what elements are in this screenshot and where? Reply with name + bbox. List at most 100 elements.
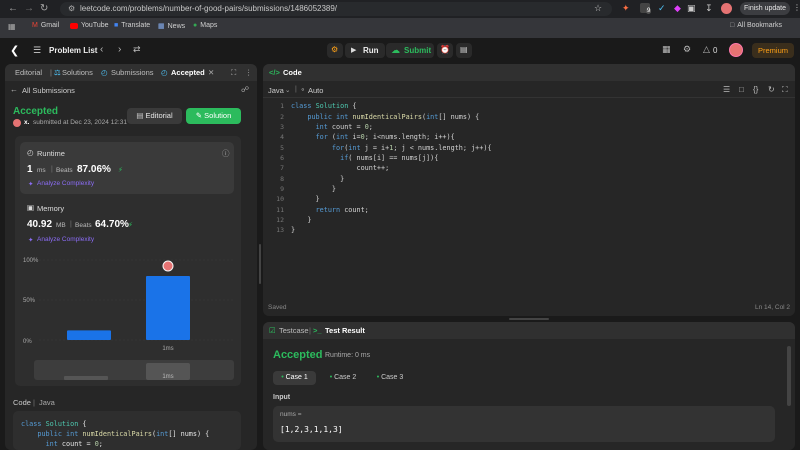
timer-button[interactable]: ⏰ [437, 43, 453, 58]
all-submissions-link[interactable]: All Submissions [22, 86, 75, 95]
fire-icon[interactable]: △ [703, 44, 710, 55]
divider: | [70, 221, 72, 228]
folder-icon: □ [730, 22, 735, 29]
tab-testcase[interactable]: Testcase [279, 326, 309, 335]
link-icon[interactable]: ☍ [241, 85, 249, 94]
scrubber-label: 1ms [162, 374, 173, 380]
apps-grid-icon[interactable]: ▦ [8, 22, 16, 31]
save-status: Saved [268, 304, 287, 311]
case-tab-2[interactable]: • Case 2 [323, 371, 363, 385]
bookmark-news[interactable]: ▦ News [158, 22, 185, 31]
memory-beats-value: 64.70% [95, 219, 129, 230]
reset-icon[interactable]: ↻ [768, 85, 775, 94]
y-tick-50: 50% [23, 298, 36, 304]
line-number: 6 [280, 154, 284, 162]
braces-icon[interactable]: {} [753, 85, 758, 94]
layout-icon[interactable]: ▦ [662, 44, 671, 55]
shuffle-icon[interactable]: ⇄ [133, 44, 141, 55]
submission-status: Accepted [13, 106, 59, 117]
case-tab-1[interactable]: • Case 1 [273, 371, 316, 385]
format-icon[interactable]: ☰ [723, 85, 730, 94]
clock-icon: ◴ [101, 68, 108, 77]
back-arrow-icon[interactable]: ← [10, 85, 18, 94]
code-line: public int numIdenticalPairs(int[] nums)… [307, 113, 480, 121]
more-icon[interactable]: ⋮ [245, 68, 253, 77]
bookmark-icon[interactable]: □ [739, 85, 744, 94]
tab-editorial[interactable]: Editorial [15, 68, 42, 77]
result-status: Accepted [273, 349, 323, 361]
avatar[interactable] [729, 43, 743, 57]
lock-icon: ⚬ [300, 87, 306, 94]
back-icon[interactable]: ← [8, 3, 18, 14]
notes-button[interactable]: ▤ [456, 43, 472, 58]
case-tab-3[interactable]: • Case 3 [370, 371, 410, 385]
finish-update-button[interactable]: Finish update [740, 2, 790, 15]
code-preview-line: int count = 0; [45, 440, 103, 448]
extension-icon[interactable]: ✦ [622, 3, 630, 14]
site-info-icon[interactable]: ⚙ [68, 4, 75, 13]
bookmark-gmail[interactable]: M Gmail [32, 22, 59, 29]
splitter-handle[interactable] [509, 318, 549, 320]
y-tick-100: 100% [23, 258, 39, 264]
tab-solutions[interactable]: Solutions [62, 68, 93, 77]
bookmark-maps[interactable]: ● Maps [193, 22, 217, 29]
tab-test-result[interactable]: Test Result [325, 326, 365, 335]
maximize-icon[interactable]: ⛶ [231, 68, 236, 78]
run-button[interactable]: ▶ Run [345, 43, 385, 58]
username[interactable]: x. [24, 119, 29, 126]
profile-avatar[interactable] [721, 3, 732, 14]
solution-button[interactable]: ✎ Solution [186, 108, 241, 124]
next-problem-icon[interactable]: › [118, 44, 121, 55]
autocomplete-mode[interactable]: Auto [308, 86, 323, 95]
problem-list-link[interactable]: Problem List [49, 46, 97, 55]
gear-icon[interactable]: ⚙ [683, 44, 691, 55]
runtime-distribution-chart[interactable]: 100% 50% 0% 1ms 1ms [19, 250, 237, 384]
prev-problem-icon[interactable]: ‹ [100, 44, 103, 55]
bookmark-youtube[interactable]: YouTube [70, 22, 109, 29]
splitter-handle[interactable] [259, 244, 261, 284]
chart-bar[interactable] [146, 276, 190, 340]
submit-button[interactable]: ☁ Submit [386, 43, 434, 58]
scrollbar[interactable] [787, 346, 791, 406]
expand-icon[interactable]: ⛶ [782, 85, 788, 95]
leetcode-logo-icon[interactable]: ❮ [10, 44, 19, 57]
input-box[interactable]: nums = [1,2,3,1,1,3] [273, 406, 775, 442]
scrubber-mini-bar [64, 376, 108, 380]
code-line: for (int i=0; i<nums.length; i++){ [315, 133, 455, 141]
code-line: int count = 0; [315, 123, 373, 131]
download-icon[interactable]: ↧ [705, 3, 713, 14]
url-text[interactable]: leetcode.com/problems/number-of-good-pai… [80, 4, 337, 13]
language-select[interactable]: Java [268, 86, 284, 95]
tab-submissions[interactable]: Submissions [111, 68, 154, 77]
reload-icon[interactable]: ↻ [40, 3, 48, 14]
line-number: 5 [280, 144, 284, 152]
premium-button[interactable]: Premium [752, 43, 794, 58]
horizontal-splitter[interactable] [263, 317, 795, 321]
extension-icon[interactable]: ✓ [658, 3, 666, 14]
submission-panel: Editorial | ⚖ Solutions ◴ Submissions ◴ … [5, 64, 257, 450]
tab-accepted[interactable]: Accepted [171, 68, 205, 77]
line-number: 10 [276, 195, 284, 203]
chart-bar[interactable] [67, 330, 111, 340]
runtime-card[interactable]: ◴ Runtime ⓘ 1 ms | Beats 87.06% ⚡ ✦ Anal… [20, 142, 234, 194]
debug-button[interactable]: ⚙ [327, 43, 343, 58]
code-lang: Java [39, 398, 55, 407]
user-avatar [13, 119, 21, 127]
extension-icon[interactable]: ◆ [674, 3, 681, 14]
close-tab-icon[interactable]: ✕ [208, 68, 214, 77]
analyze-complexity-link[interactable]: Analyze Complexity [37, 180, 94, 187]
forward-icon[interactable]: → [24, 3, 34, 14]
all-bookmarks[interactable]: □ All Bookmarks [730, 22, 782, 29]
kebab-menu-icon[interactable]: ⋮ [793, 3, 800, 12]
star-icon[interactable]: ☆ [594, 3, 602, 14]
submitted-code-preview[interactable]: class Solution { public int numIdentical… [13, 411, 241, 450]
input-label: Input [273, 394, 291, 401]
analyze-complexity-link[interactable]: Analyze Complexity [37, 236, 94, 243]
vertical-splitter[interactable] [258, 64, 262, 450]
puzzle-icon[interactable]: ▣ [687, 3, 696, 14]
info-icon[interactable]: ⓘ [222, 148, 230, 159]
input-var-value: [1,2,3,1,1,3] [280, 425, 343, 434]
editorial-button[interactable]: ▤ Editorial [127, 108, 182, 124]
chevron-down-icon[interactable]: ⌄ [285, 86, 290, 94]
bookmark-translate[interactable]: ■ Translate [114, 22, 150, 29]
